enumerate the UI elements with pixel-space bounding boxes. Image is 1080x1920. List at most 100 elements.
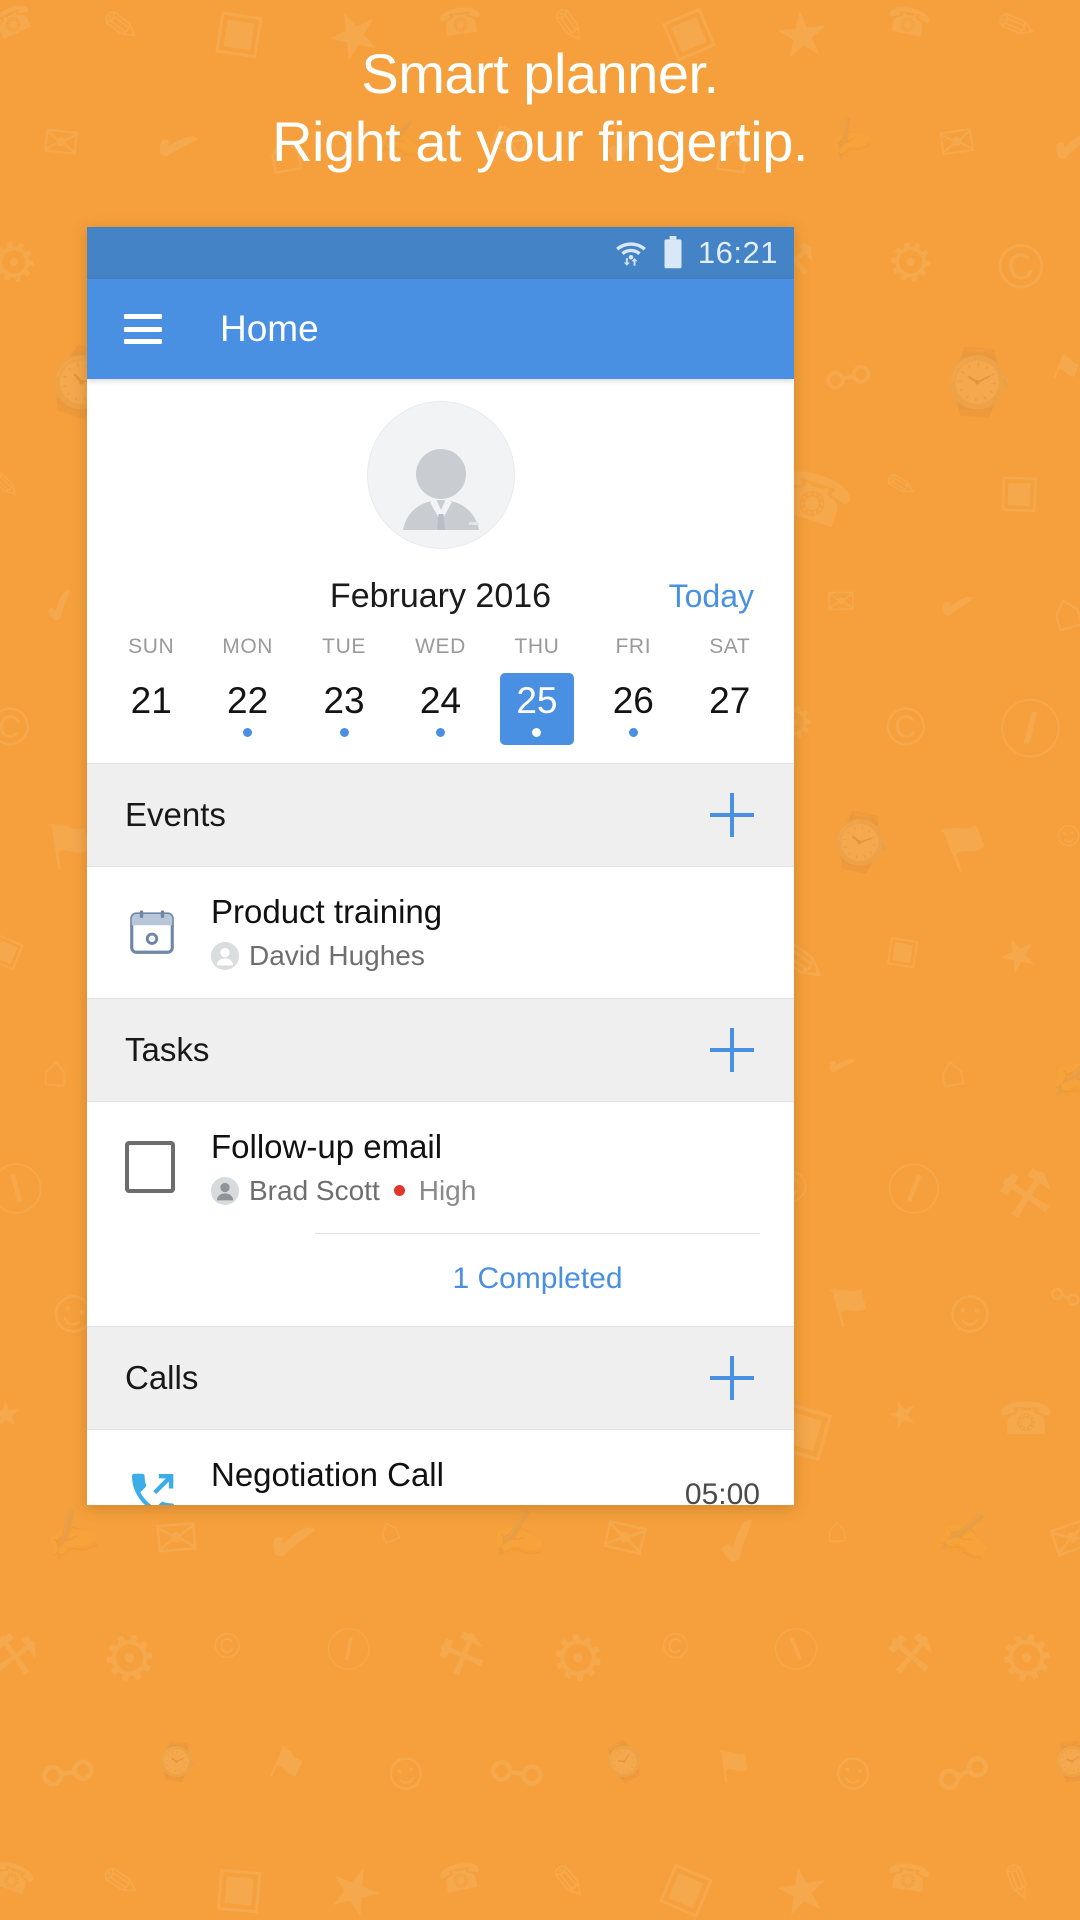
call-time: 14:27 bbox=[211, 1503, 281, 1505]
background-glyph: ⌂ bbox=[1041, 577, 1080, 645]
background-glyph: ✉ bbox=[825, 580, 857, 623]
calendar-day-label: WED bbox=[415, 635, 466, 658]
calendar-day-27[interactable]: SAT 27 bbox=[682, 635, 778, 745]
page-title: Home bbox=[220, 308, 319, 349]
background-glyph: ⌂ bbox=[824, 1508, 849, 1551]
calendar-day-box[interactable]: 22 bbox=[211, 673, 285, 745]
add-call-button[interactable] bbox=[706, 1352, 758, 1404]
calendar-icon bbox=[125, 905, 211, 959]
background-glyph: ☎ bbox=[435, 0, 486, 45]
checkbox-unchecked-icon[interactable] bbox=[125, 1141, 175, 1194]
calendar-day-number: 25 bbox=[516, 679, 558, 721]
event-row[interactable]: Product training David Hughes bbox=[87, 867, 794, 998]
background-glyph: ✍ bbox=[1046, 1041, 1080, 1109]
background-glyph: © bbox=[0, 693, 36, 761]
background-glyph: ⚒ bbox=[0, 1621, 43, 1689]
background-glyph: Ⓘ bbox=[0, 1155, 51, 1227]
background-glyph: ▣ bbox=[883, 926, 924, 973]
section-title-tasks: Tasks bbox=[125, 1030, 210, 1068]
background-glyph: ✉ bbox=[595, 1504, 654, 1574]
background-glyph: ☎ bbox=[0, 1850, 41, 1905]
status-bar: 16:21 bbox=[87, 227, 794, 279]
background-glyph: ☎ bbox=[882, 0, 935, 46]
background-glyph: ▣ bbox=[652, 1849, 723, 1920]
hamburger-menu-icon[interactable] bbox=[124, 314, 162, 344]
section-header-events: Events bbox=[87, 763, 794, 867]
background-glyph: © bbox=[658, 1622, 693, 1669]
add-event-button[interactable] bbox=[706, 789, 758, 841]
calendar-day-label: THU bbox=[514, 635, 560, 658]
screen-content: February 2016 Today SUN 21 MON 22 TUE 23 WED 24… bbox=[87, 379, 794, 1505]
background-glyph: ⚙ bbox=[90, 1615, 171, 1703]
task-person-name: Brad Scott bbox=[249, 1174, 380, 1206]
background-glyph: ⚯ bbox=[819, 344, 878, 414]
task-subtitle: Brad Scott High bbox=[211, 1175, 760, 1207]
background-glyph: ☎ bbox=[998, 1393, 1055, 1444]
calendar-day-event-dot bbox=[628, 727, 638, 737]
add-task-button[interactable] bbox=[706, 1024, 758, 1076]
calendar-day-25[interactable]: THU 25 bbox=[489, 635, 585, 745]
background-glyph: ☺ bbox=[821, 1737, 886, 1805]
priority-dot-icon bbox=[393, 1185, 405, 1197]
section-title-events: Events bbox=[125, 796, 226, 833]
background-glyph: ⚒ bbox=[883, 1623, 937, 1687]
calendar-day-26[interactable]: FRI 26 bbox=[585, 635, 681, 745]
background-glyph: ⌚ bbox=[935, 345, 1019, 421]
calendar-day-box[interactable]: 21 bbox=[114, 673, 188, 745]
calendar-day-24[interactable]: WED 24 bbox=[392, 635, 488, 745]
call-duration: 05:00 bbox=[684, 1478, 760, 1505]
background-glyph: ✔ bbox=[34, 576, 88, 637]
background-glyph: ⌚ bbox=[151, 1738, 202, 1785]
calendar-day-box[interactable]: 24 bbox=[403, 673, 477, 745]
background-glyph: ☺ bbox=[936, 1274, 1004, 1348]
calendar-day-22[interactable]: MON 22 bbox=[199, 635, 295, 745]
background-glyph: ⚑ bbox=[1043, 344, 1080, 395]
task-content: Follow-up email Brad Scott High bbox=[211, 1128, 760, 1207]
calendar-day-box[interactable]: 26 bbox=[596, 673, 670, 745]
calendar-day-event-dot bbox=[147, 728, 156, 737]
calendar-day-number: 22 bbox=[227, 679, 269, 721]
person-avatar-icon bbox=[211, 941, 239, 970]
task-checkbox-container bbox=[125, 1141, 211, 1194]
status-bar-clock: 16:21 bbox=[697, 235, 778, 270]
avatar-container bbox=[87, 401, 794, 549]
user-avatar-placeholder[interactable] bbox=[366, 401, 515, 549]
calendar-day-event-dot bbox=[532, 727, 542, 737]
background-glyph: ✎ bbox=[0, 464, 21, 507]
calendar-day-box[interactable]: 27 bbox=[693, 673, 767, 745]
today-button[interactable]: Today bbox=[669, 578, 754, 615]
background-glyph: Ⓘ bbox=[766, 1618, 827, 1683]
event-title: Product training bbox=[211, 893, 443, 930]
background-glyph: ☺ bbox=[1048, 811, 1080, 856]
background-glyph: ☺ bbox=[373, 1737, 438, 1805]
battery-full-icon bbox=[662, 236, 684, 270]
calendar-day-label: TUE bbox=[322, 635, 366, 658]
background-glyph: Ⓘ bbox=[321, 1621, 376, 1680]
background-glyph: ✍ bbox=[34, 1500, 106, 1569]
calendar-day-number: 26 bbox=[612, 679, 654, 721]
calendar-day-label: FRI bbox=[615, 635, 652, 658]
background-glyph: ⚙ bbox=[0, 228, 45, 298]
background-glyph: ⚑ bbox=[926, 804, 1006, 891]
background-glyph: ⚯ bbox=[1044, 1273, 1080, 1322]
background-glyph: ⌂ bbox=[933, 1043, 970, 1098]
calendar-day-label: SAT bbox=[709, 635, 751, 658]
event-subtitle: David Hughes bbox=[211, 940, 760, 972]
background-glyph: ⌂ bbox=[371, 1506, 407, 1553]
completed-tasks-button[interactable]: 1 Completed bbox=[315, 1234, 760, 1326]
calendar-day-21[interactable]: SUN 21 bbox=[103, 635, 199, 745]
calendar-day-selected[interactable]: 25 bbox=[499, 673, 574, 745]
background-glyph: ⌚ bbox=[1047, 1738, 1080, 1785]
tasks-completed-container: 1 Completed bbox=[87, 1232, 794, 1326]
calendar-month-label: February 2016 bbox=[329, 576, 552, 615]
background-glyph: ✉ bbox=[1041, 1503, 1080, 1575]
calendar-day-box[interactable]: 23 bbox=[307, 673, 381, 745]
outgoing-call-icon bbox=[125, 1467, 211, 1505]
calendar-week-row: SUN 21 MON 22 TUE 23 WED 24 THU 25 FRI 26 SAT 27 bbox=[87, 635, 794, 745]
person-avatar-icon bbox=[211, 1176, 239, 1205]
call-row[interactable]: Negotiation Call 14:27 05:00 bbox=[87, 1429, 794, 1505]
call-content: Negotiation Call 14:27 bbox=[211, 1456, 669, 1505]
task-row[interactable]: Follow-up email Brad Scott High bbox=[87, 1101, 794, 1233]
calendar-day-23[interactable]: TUE 23 bbox=[296, 635, 392, 745]
calendar-day-number: 27 bbox=[709, 679, 751, 721]
